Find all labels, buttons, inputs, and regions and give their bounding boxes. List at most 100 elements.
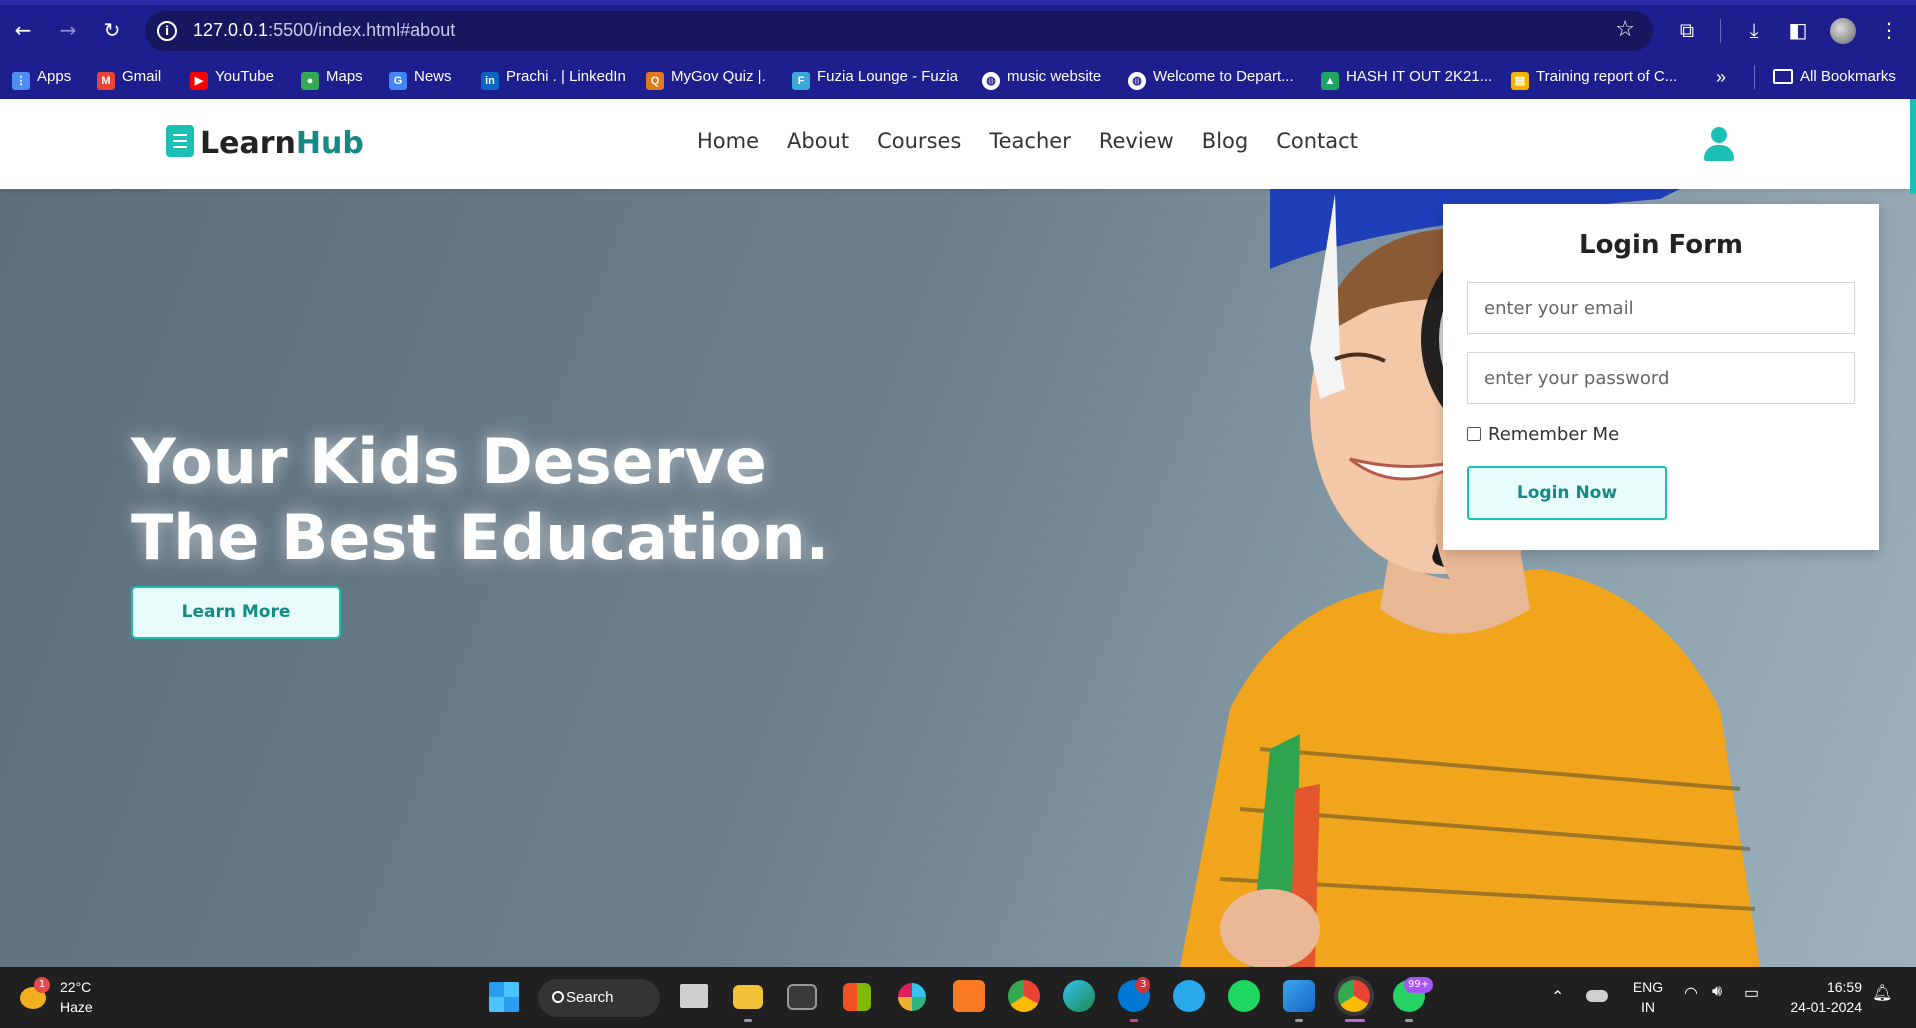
active-indicator <box>1345 1019 1365 1022</box>
password-field[interactable] <box>1467 352 1855 404</box>
book-icon <box>166 125 194 157</box>
bookmark-training[interactable]: ▤ Training report of C... <box>1511 63 1677 91</box>
reload-icon[interactable]: ↻ <box>99 17 125 43</box>
microsoft-store-icon[interactable] <box>843 983 871 1011</box>
bookmark-label: music website <box>1007 68 1102 85</box>
bookmark-welcome[interactable]: ◍ Welcome to Depart... <box>1128 63 1294 91</box>
login-button[interactable]: Login Now <box>1467 466 1667 520</box>
site-header: LearnHub Home About Courses Teacher Revi… <box>0 99 1916 189</box>
extensions-icon[interactable]: ⧉ <box>1674 17 1700 43</box>
spotify-icon[interactable] <box>1228 980 1260 1012</box>
clock-date[interactable]: 24-01-2024 <box>1782 999 1862 1015</box>
running-indicator <box>1405 1019 1413 1022</box>
windows-start-icon[interactable] <box>489 982 519 1012</box>
bookmark-label: Gmail <box>122 68 162 85</box>
edge-icon[interactable] <box>1063 980 1095 1012</box>
search-icon <box>552 991 564 1003</box>
bookmark-hash[interactable]: ▲ HASH IT OUT 2K21... <box>1321 63 1492 91</box>
url-path: :5500/index.html#about <box>268 20 456 40</box>
running-indicator <box>744 1019 752 1022</box>
running-indicator <box>1295 1019 1303 1022</box>
globe-icon: ◍ <box>1128 72 1146 90</box>
login-title: Login Form <box>1579 230 1743 260</box>
email-field[interactable] <box>1467 282 1855 334</box>
slack-icon[interactable] <box>898 983 926 1011</box>
weather-widget[interactable]: 1 22°C Haze <box>20 977 130 1017</box>
logo-text-learn: Learn <box>200 126 296 161</box>
nav-about[interactable]: About <box>787 129 849 153</box>
telegram-icon[interactable] <box>1173 980 1205 1012</box>
maps-pin-icon: ● <box>301 72 319 90</box>
drive-icon: ▲ <box>1321 72 1339 90</box>
gmail-icon: M <box>97 72 115 90</box>
nav-review[interactable]: Review <box>1099 129 1174 153</box>
url-text: 127.0.0.1:5500/index.html#about <box>193 20 455 41</box>
bookmark-music[interactable]: ◍ music website <box>982 63 1101 91</box>
nav-home[interactable]: Home <box>697 129 759 153</box>
bookmark-label: MyGov Quiz |. <box>671 68 766 85</box>
notification-bell-icon[interactable]: 🔔︎ <box>1872 983 1892 1003</box>
bookmark-label: Training report of C... <box>1536 68 1678 85</box>
weather-badge: 1 <box>34 977 50 993</box>
bookmark-news[interactable]: G News <box>389 63 452 91</box>
mygov-icon: Q <box>646 72 664 90</box>
nav-courses[interactable]: Courses <box>877 129 961 153</box>
bookmark-gmail[interactable]: M Gmail <box>97 63 161 91</box>
youtube-icon: ▶ <box>190 72 208 90</box>
login-form: Login Form Remember Me Login Now <box>1443 204 1879 550</box>
tray-overflow-chevron-icon[interactable]: ⌃ <box>1551 987 1564 1007</box>
site-logo[interactable]: LearnHub <box>166 125 364 161</box>
language-bottom[interactable]: IN <box>1628 999 1668 1015</box>
browser-toolbar: ← → ↻ i 127.0.0.1:5500/index.html#about … <box>0 0 1916 55</box>
forward-arrow-icon[interactable]: → <box>55 17 81 43</box>
globe-icon: ◍ <box>982 72 1000 90</box>
bookmark-fuzia[interactable]: F Fuzia Lounge - Fuzia <box>792 63 958 91</box>
remember-me[interactable]: Remember Me <box>1467 424 1619 445</box>
chrome-active-icon[interactable] <box>1338 980 1370 1012</box>
taskbar-search[interactable]: Search <box>538 979 660 1017</box>
task-view-icon[interactable] <box>680 984 708 1008</box>
bookmarks-bar: ⋮ Apps M Gmail ▶ YouTube ● Maps G News in Prac… <box>0 55 1916 99</box>
bookmark-mygov[interactable]: Q MyGov Quiz |. <box>646 63 766 91</box>
language-top[interactable]: ENG <box>1628 979 1668 995</box>
weather-temp: 22°C <box>60 979 92 995</box>
volume-icon[interactable]: 🔊︎ <box>1712 983 1722 1001</box>
vscode-icon[interactable] <box>1283 980 1315 1012</box>
onedrive-cloud-icon[interactable] <box>1586 990 1608 1002</box>
all-bookmarks-label: All Bookmarks <box>1800 68 1896 85</box>
clock-time[interactable]: 16:59 <box>1782 979 1862 995</box>
menu-kebab-icon[interactable]: ⋮ <box>1876 17 1902 43</box>
bookmark-apps[interactable]: ⋮ Apps <box>12 63 71 91</box>
document-icon: ▤ <box>1511 72 1529 90</box>
address-bar[interactable]: i 127.0.0.1:5500/index.html#about ☆ <box>145 11 1653 51</box>
bookmark-youtube[interactable]: ▶ YouTube <box>190 63 274 91</box>
file-explorer-icon[interactable] <box>733 985 763 1009</box>
remember-checkbox[interactable] <box>1467 427 1481 441</box>
download-icon[interactable]: ⤓ <box>1741 17 1767 43</box>
profile-avatar[interactable] <box>1830 18 1856 44</box>
chrome-icon[interactable] <box>1008 980 1040 1012</box>
bookmark-label: YouTube <box>215 68 274 85</box>
xampp-icon[interactable] <box>953 980 985 1012</box>
user-icon[interactable] <box>1704 127 1734 161</box>
bookmark-linkedin[interactable]: in Prachi . | LinkedIn <box>481 63 626 91</box>
back-arrow-icon[interactable]: ← <box>10 17 36 43</box>
bookmark-maps[interactable]: ● Maps <box>301 63 363 91</box>
bookmark-star-icon[interactable]: ☆ <box>1615 17 1635 42</box>
site-info-icon[interactable]: i <box>157 21 177 41</box>
nav-teacher[interactable]: Teacher <box>989 129 1070 153</box>
linkedin-icon: in <box>481 72 499 90</box>
scrollbar-thumb[interactable] <box>1910 99 1916 194</box>
main-nav: Home About Courses Teacher Review Blog C… <box>697 129 1386 153</box>
nav-contact[interactable]: Contact <box>1276 129 1358 153</box>
more-bookmarks-chevron-icon[interactable]: » <box>1716 63 1726 91</box>
all-bookmarks[interactable]: All Bookmarks <box>1773 63 1896 91</box>
bookmarks-divider <box>1754 65 1755 89</box>
side-panel-icon[interactable]: ◧ <box>1785 17 1811 43</box>
wifi-icon[interactable]: ◠ <box>1684 983 1698 1003</box>
battery-icon[interactable]: ▭ <box>1744 983 1759 1003</box>
bookmark-label: Prachi . | LinkedIn <box>506 68 626 85</box>
nav-blog[interactable]: Blog <box>1202 129 1248 153</box>
learn-more-button[interactable]: Learn More <box>131 586 341 639</box>
terminal-icon[interactable] <box>787 984 817 1010</box>
